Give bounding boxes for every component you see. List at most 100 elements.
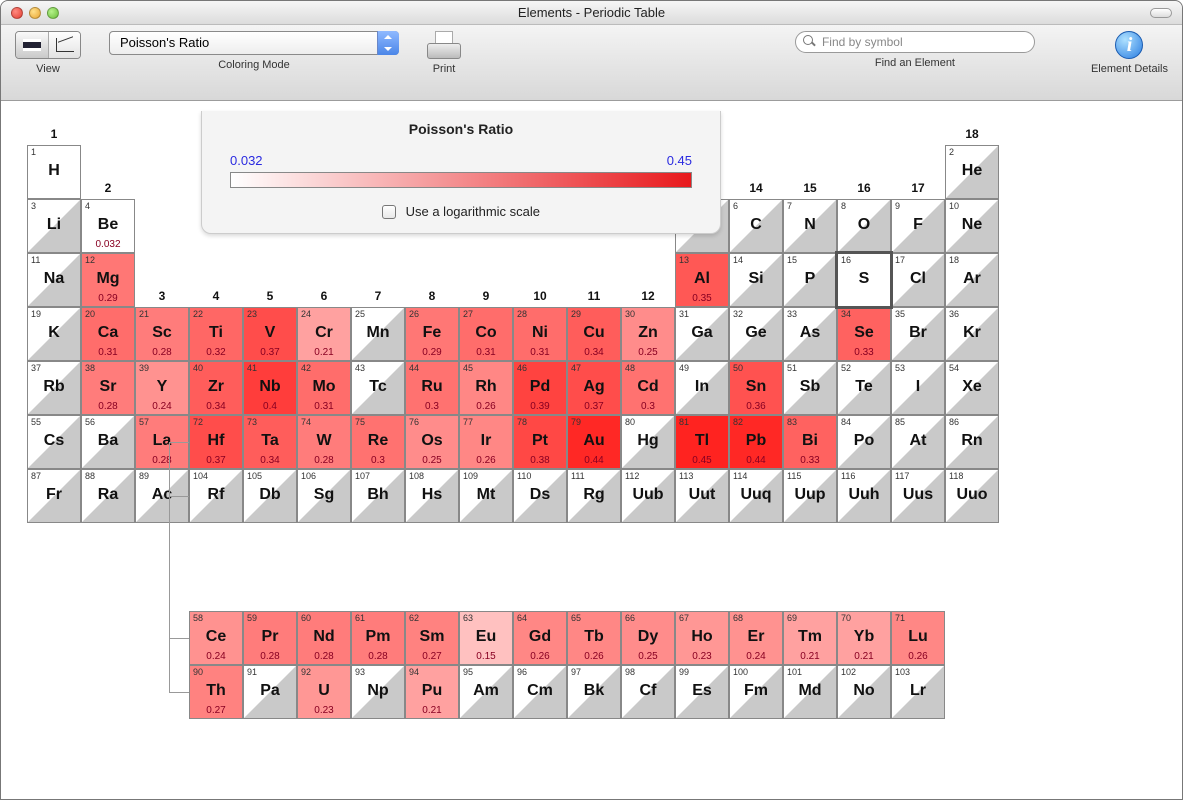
element-cell-Ce[interactable]: 58Ce0.24	[189, 611, 243, 665]
element-cell-W[interactable]: 74W0.28	[297, 415, 351, 469]
element-cell-Bi[interactable]: 83Bi0.33	[783, 415, 837, 469]
element-cell-Ta[interactable]: 73Ta0.34	[243, 415, 297, 469]
element-cell-Zn[interactable]: 30Zn0.25	[621, 307, 675, 361]
element-cell-No[interactable]: 102No	[837, 665, 891, 719]
element-cell-Pr[interactable]: 59Pr0.28	[243, 611, 297, 665]
element-cell-Nd[interactable]: 60Nd0.28	[297, 611, 351, 665]
element-cell-Ar[interactable]: 18Ar	[945, 253, 999, 307]
element-cell-Ti[interactable]: 22Ti0.32	[189, 307, 243, 361]
element-cell-Tb[interactable]: 65Tb0.26	[567, 611, 621, 665]
element-cell-Th[interactable]: 90Th0.27	[189, 665, 243, 719]
element-cell-Br[interactable]: 35Br	[891, 307, 945, 361]
element-cell-K[interactable]: 19K	[27, 307, 81, 361]
element-cell-U[interactable]: 92U0.23	[297, 665, 351, 719]
element-cell-He[interactable]: 2He	[945, 145, 999, 199]
element-cell-Np[interactable]: 93Np	[351, 665, 405, 719]
element-cell-Ho[interactable]: 67Ho0.23	[675, 611, 729, 665]
print-button[interactable]	[427, 31, 461, 59]
element-cell-Ge[interactable]: 32Ge	[729, 307, 783, 361]
element-cell-Sm[interactable]: 62Sm0.27	[405, 611, 459, 665]
element-cell-Lr[interactable]: 103Lr	[891, 665, 945, 719]
element-cell-Dy[interactable]: 66Dy0.25	[621, 611, 675, 665]
element-cell-Es[interactable]: 99Es	[675, 665, 729, 719]
toolbar-pill-button[interactable]	[1150, 8, 1172, 18]
element-cell-In[interactable]: 49In	[675, 361, 729, 415]
element-cell-Rn[interactable]: 86Rn	[945, 415, 999, 469]
element-cell-Sn[interactable]: 50Sn0.36	[729, 361, 783, 415]
element-cell-Eu[interactable]: 63Eu0.15	[459, 611, 513, 665]
element-cell-Mt[interactable]: 109Mt	[459, 469, 513, 523]
element-cell-Mn[interactable]: 25Mn	[351, 307, 405, 361]
element-cell-Hs[interactable]: 108Hs	[405, 469, 459, 523]
element-cell-Uuq[interactable]: 114Uuq	[729, 469, 783, 523]
element-cell-Ag[interactable]: 47Ag0.37	[567, 361, 621, 415]
coloring-select[interactable]: Poisson's Ratio	[109, 31, 399, 55]
element-cell-Li[interactable]: 3Li	[27, 199, 81, 253]
element-details-button[interactable]: i	[1115, 31, 1143, 59]
find-input[interactable]	[795, 31, 1035, 53]
element-cell-Ir[interactable]: 77Ir0.26	[459, 415, 513, 469]
element-cell-Rf[interactable]: 104Rf	[189, 469, 243, 523]
element-cell-Ba[interactable]: 56Ba	[81, 415, 135, 469]
element-cell-H[interactable]: 1H	[27, 145, 81, 199]
element-cell-Cr[interactable]: 24Cr0.21	[297, 307, 351, 361]
element-cell-Au[interactable]: 79Au0.44	[567, 415, 621, 469]
element-cell-At[interactable]: 85At	[891, 415, 945, 469]
element-cell-Kr[interactable]: 36Kr	[945, 307, 999, 361]
element-cell-Cm[interactable]: 96Cm	[513, 665, 567, 719]
element-cell-As[interactable]: 33As	[783, 307, 837, 361]
element-cell-Te[interactable]: 52Te	[837, 361, 891, 415]
element-cell-Tm[interactable]: 69Tm0.21	[783, 611, 837, 665]
element-cell-S[interactable]: 16S	[837, 253, 891, 307]
element-cell-Fr[interactable]: 87Fr	[27, 469, 81, 523]
element-cell-Sr[interactable]: 38Sr0.28	[81, 361, 135, 415]
element-cell-Yb[interactable]: 70Yb0.21	[837, 611, 891, 665]
element-cell-Am[interactable]: 95Am	[459, 665, 513, 719]
element-cell-Sb[interactable]: 51Sb	[783, 361, 837, 415]
element-cell-Be[interactable]: 4Be0.032	[81, 199, 135, 253]
element-cell-Gd[interactable]: 64Gd0.26	[513, 611, 567, 665]
log-scale-checkbox[interactable]	[382, 205, 396, 219]
element-cell-Rg[interactable]: 111Rg	[567, 469, 621, 523]
element-cell-Na[interactable]: 11Na	[27, 253, 81, 307]
element-cell-Pm[interactable]: 61Pm0.28	[351, 611, 405, 665]
element-cell-Uut[interactable]: 113Uut	[675, 469, 729, 523]
element-cell-Lu[interactable]: 71Lu0.26	[891, 611, 945, 665]
element-cell-Po[interactable]: 84Po	[837, 415, 891, 469]
element-cell-Uuh[interactable]: 116Uuh	[837, 469, 891, 523]
element-cell-Tl[interactable]: 81Tl0.45	[675, 415, 729, 469]
element-cell-Sc[interactable]: 21Sc0.28	[135, 307, 189, 361]
element-cell-Db[interactable]: 105Db	[243, 469, 297, 523]
element-cell-Ni[interactable]: 28Ni0.31	[513, 307, 567, 361]
element-cell-Hf[interactable]: 72Hf0.37	[189, 415, 243, 469]
element-cell-Ne[interactable]: 10Ne	[945, 199, 999, 253]
element-cell-Uub[interactable]: 112Uub	[621, 469, 675, 523]
element-cell-C[interactable]: 6C	[729, 199, 783, 253]
element-cell-Al[interactable]: 13Al0.35	[675, 253, 729, 307]
element-cell-Mo[interactable]: 42Mo0.31	[297, 361, 351, 415]
element-cell-Si[interactable]: 14Si	[729, 253, 783, 307]
element-cell-Sg[interactable]: 106Sg	[297, 469, 351, 523]
element-cell-P[interactable]: 15P	[783, 253, 837, 307]
element-cell-Cu[interactable]: 29Cu0.34	[567, 307, 621, 361]
element-cell-Ru[interactable]: 44Ru0.3	[405, 361, 459, 415]
element-cell-Hg[interactable]: 80Hg	[621, 415, 675, 469]
view-table-button[interactable]	[16, 32, 48, 58]
element-cell-Re[interactable]: 75Re0.3	[351, 415, 405, 469]
element-cell-Rh[interactable]: 45Rh0.26	[459, 361, 513, 415]
element-cell-Zr[interactable]: 40Zr0.34	[189, 361, 243, 415]
element-cell-Co[interactable]: 27Co0.31	[459, 307, 513, 361]
element-cell-Md[interactable]: 101Md	[783, 665, 837, 719]
element-cell-Pb[interactable]: 82Pb0.44	[729, 415, 783, 469]
element-cell-Rb[interactable]: 37Rb	[27, 361, 81, 415]
element-cell-Ga[interactable]: 31Ga	[675, 307, 729, 361]
element-cell-Cf[interactable]: 98Cf	[621, 665, 675, 719]
element-cell-Nb[interactable]: 41Nb0.4	[243, 361, 297, 415]
element-cell-Bk[interactable]: 97Bk	[567, 665, 621, 719]
element-cell-Os[interactable]: 76Os0.25	[405, 415, 459, 469]
element-cell-Tc[interactable]: 43Tc	[351, 361, 405, 415]
element-cell-Ds[interactable]: 110Ds	[513, 469, 567, 523]
element-cell-I[interactable]: 53I	[891, 361, 945, 415]
element-cell-Cd[interactable]: 48Cd0.3	[621, 361, 675, 415]
element-cell-Uus[interactable]: 117Uus	[891, 469, 945, 523]
